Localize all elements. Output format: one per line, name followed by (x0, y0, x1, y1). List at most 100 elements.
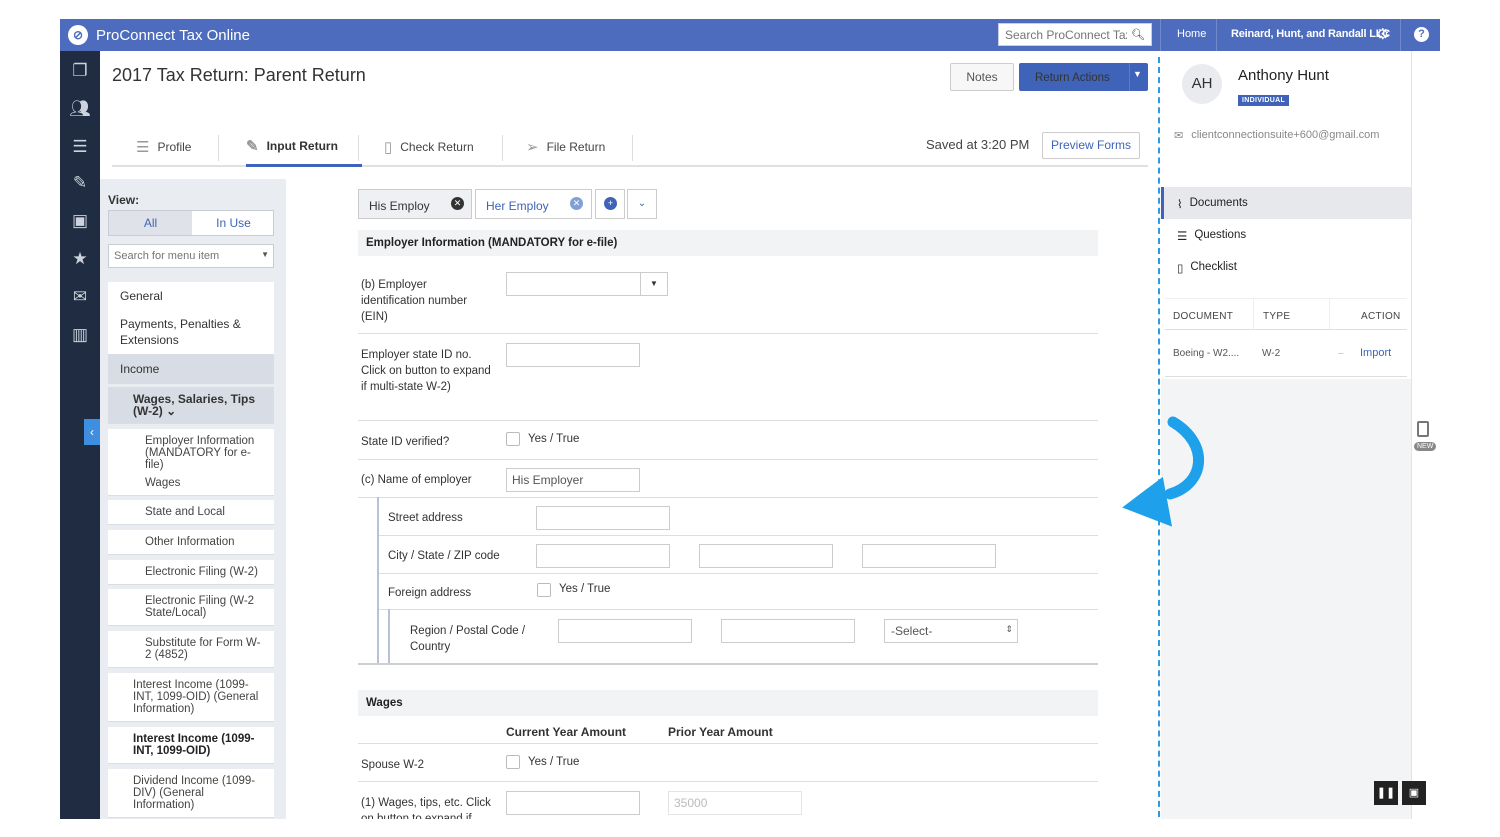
client-nav-label: Questions (1194, 229, 1247, 241)
menu-item-other-info[interactable]: Other Information (108, 530, 274, 555)
envelope-icon: ✉ (1174, 130, 1184, 142)
divider (1411, 51, 1412, 819)
menu-item-interest-general[interactable]: Interest Income (1099-INT, 1099-OID) (Ge… (108, 673, 274, 722)
tab-his-employ[interactable]: His Employ ✕ (358, 189, 472, 219)
wages-label: (1) Wages, tips, etc. Click on button to… (361, 797, 491, 819)
view-in-use-button[interactable]: In Use (192, 211, 275, 235)
divider (1160, 19, 1161, 51)
help-icon[interactable]: ? (1414, 27, 1429, 42)
import-link[interactable]: Import (1360, 347, 1391, 359)
tab-input-return[interactable]: ✎ Input Return (246, 127, 362, 167)
menu-search-input[interactable] (109, 245, 255, 267)
proconnect-logo-icon[interactable]: ⊘ (68, 25, 88, 45)
menu-item-dividend-general[interactable]: Dividend Income (1099-DIV) (General Info… (108, 769, 274, 818)
menu-item-general[interactable]: General (108, 282, 274, 311)
employer-name-field[interactable]: His Employer (506, 468, 640, 492)
state-id-field[interactable] (506, 343, 640, 367)
client-email[interactable]: ✉ clientconnectionsuite+600@gmail.com (1174, 129, 1379, 142)
chat-icon[interactable]: ✉ (68, 285, 92, 309)
tab-file-return[interactable]: ➢ File Return (526, 127, 605, 167)
postal-code-field[interactable] (721, 619, 855, 643)
state-id-label: Employer state ID no. Click on button to… (361, 349, 491, 393)
spouse-w2-checkbox[interactable] (506, 755, 520, 769)
yes-true-label: Yes / True (528, 756, 580, 768)
section-employer-info: Employer Information (MANDATORY for e-fi… (358, 230, 1098, 256)
close-icon[interactable]: ✕ (451, 197, 464, 210)
yes-true-label: Yes / True (559, 583, 611, 595)
city-field[interactable] (536, 544, 670, 568)
returns-icon[interactable]: ❐ (68, 59, 92, 83)
section-wages: Wages (358, 690, 1098, 716)
notes-button[interactable]: Notes (950, 63, 1014, 91)
star-icon[interactable]: ★ (68, 247, 92, 271)
updown-arrows-icon: ⇕ (1005, 624, 1013, 634)
client-nav-questions[interactable]: ☰ Questions (1161, 219, 1411, 251)
state-field[interactable] (699, 544, 833, 568)
menu-item-interest-income[interactable]: Interest Income (1099-INT, 1099-OID) (108, 727, 274, 764)
list-icon[interactable]: ☰ (68, 135, 92, 159)
search-icon[interactable]: 🔍︎ (1127, 28, 1149, 41)
divider (1129, 63, 1130, 91)
tab-label: His Employ (369, 199, 430, 213)
view-all-button[interactable]: All (109, 211, 192, 235)
divider (358, 663, 1098, 665)
menu-item-efile-w2[interactable]: Electronic Filing (W-2) (108, 560, 274, 585)
client-name[interactable]: Anthony Hunt (1238, 67, 1329, 84)
screen-view-icon[interactable]: ▣ (1402, 781, 1426, 805)
divider (358, 743, 1098, 744)
tab-profile[interactable]: ☰ Profile (136, 127, 191, 167)
menu-search[interactable]: ▼ (108, 244, 274, 268)
foreign-address-checkbox[interactable] (537, 583, 551, 597)
menu-item-efile-w2-state[interactable]: Electronic Filing (W-2 State/Local) (108, 589, 274, 626)
tab-check-return[interactable]: ▯ Check Return (384, 127, 474, 167)
firm-settings-icon[interactable]: ▥ (68, 323, 92, 347)
list-icon: ☰ (1177, 231, 1188, 243)
plus-icon: + (604, 197, 617, 210)
client-nav-documents[interactable]: ⌇ Documents (1161, 187, 1411, 219)
caret-down-icon[interactable]: ▼ (640, 273, 667, 295)
country-select-value: -Select- (891, 624, 933, 638)
wages-current-field[interactable] (506, 791, 640, 815)
pause-icon[interactable]: ❚❚ (1374, 781, 1398, 805)
street-address-field[interactable] (536, 506, 670, 530)
tab-label: Profile (157, 140, 192, 154)
gear-icon[interactable]: ⚙ (1376, 25, 1389, 43)
global-search[interactable]: 🔍︎ (998, 23, 1152, 46)
caret-down-icon[interactable]: ▼ (261, 250, 269, 259)
new-feature-icon[interactable] (1417, 421, 1429, 437)
doc-name[interactable]: Boeing - W2.... (1173, 348, 1239, 359)
tools-icon[interactable]: ✎ (68, 171, 92, 195)
tab-her-employ[interactable]: Her Employ ✕ (475, 189, 592, 219)
menu-item-substitute-4852[interactable]: Substitute for Form W-2 (4852) (108, 631, 274, 668)
checklist-icon[interactable]: ▣ (68, 209, 92, 233)
column-header-document: DOCUMENT (1173, 311, 1234, 322)
preview-forms-button[interactable]: Preview Forms (1042, 132, 1140, 159)
client-email-text: clientconnectionsuite+600@gmail.com (1191, 129, 1380, 141)
close-icon[interactable]: ✕ (570, 197, 583, 210)
divider (1165, 376, 1407, 377)
caret-down-icon[interactable]: ▼ (1133, 69, 1142, 79)
more-tabs-chevron-icon[interactable]: ⌄ (627, 189, 657, 219)
menu-item-wages[interactable]: Wages (108, 471, 274, 496)
menu-item-income[interactable]: Income (108, 355, 274, 384)
menu-item-payments[interactable]: Payments, Penalties & Extensions (108, 310, 274, 355)
firm-name[interactable]: Reinard, Hunt, and Randall LLC (1231, 28, 1390, 40)
collapse-menu-chevron-left-icon[interactable]: ‹ (84, 419, 100, 445)
clients-icon[interactable]: 👥︎ (68, 97, 92, 121)
menu-item-wages-salaries[interactable]: Wages, Salaries, Tips (W-2) ⌄ (108, 387, 274, 424)
ein-field[interactable]: ▼ (506, 272, 668, 296)
state-id-verified-checkbox[interactable] (506, 432, 520, 446)
client-nav-checklist[interactable]: ▯ Checklist (1161, 251, 1411, 283)
new-badge: NEW (1414, 442, 1437, 451)
home-link[interactable]: Home (1177, 28, 1206, 40)
app-title[interactable]: ProConnect Tax Online (96, 27, 250, 44)
region-field[interactable] (558, 619, 692, 643)
divider (1329, 299, 1330, 329)
menu-item-state-local[interactable]: State and Local (108, 500, 274, 525)
zip-field[interactable] (862, 544, 996, 568)
saved-status: Saved at 3:20 PM (926, 137, 1030, 152)
return-actions-button[interactable]: Return Actions ▼ (1019, 63, 1148, 91)
country-select[interactable]: -Select- ⇕ (884, 619, 1018, 643)
global-search-input[interactable] (999, 24, 1127, 45)
add-tab-button[interactable]: + (595, 189, 625, 219)
